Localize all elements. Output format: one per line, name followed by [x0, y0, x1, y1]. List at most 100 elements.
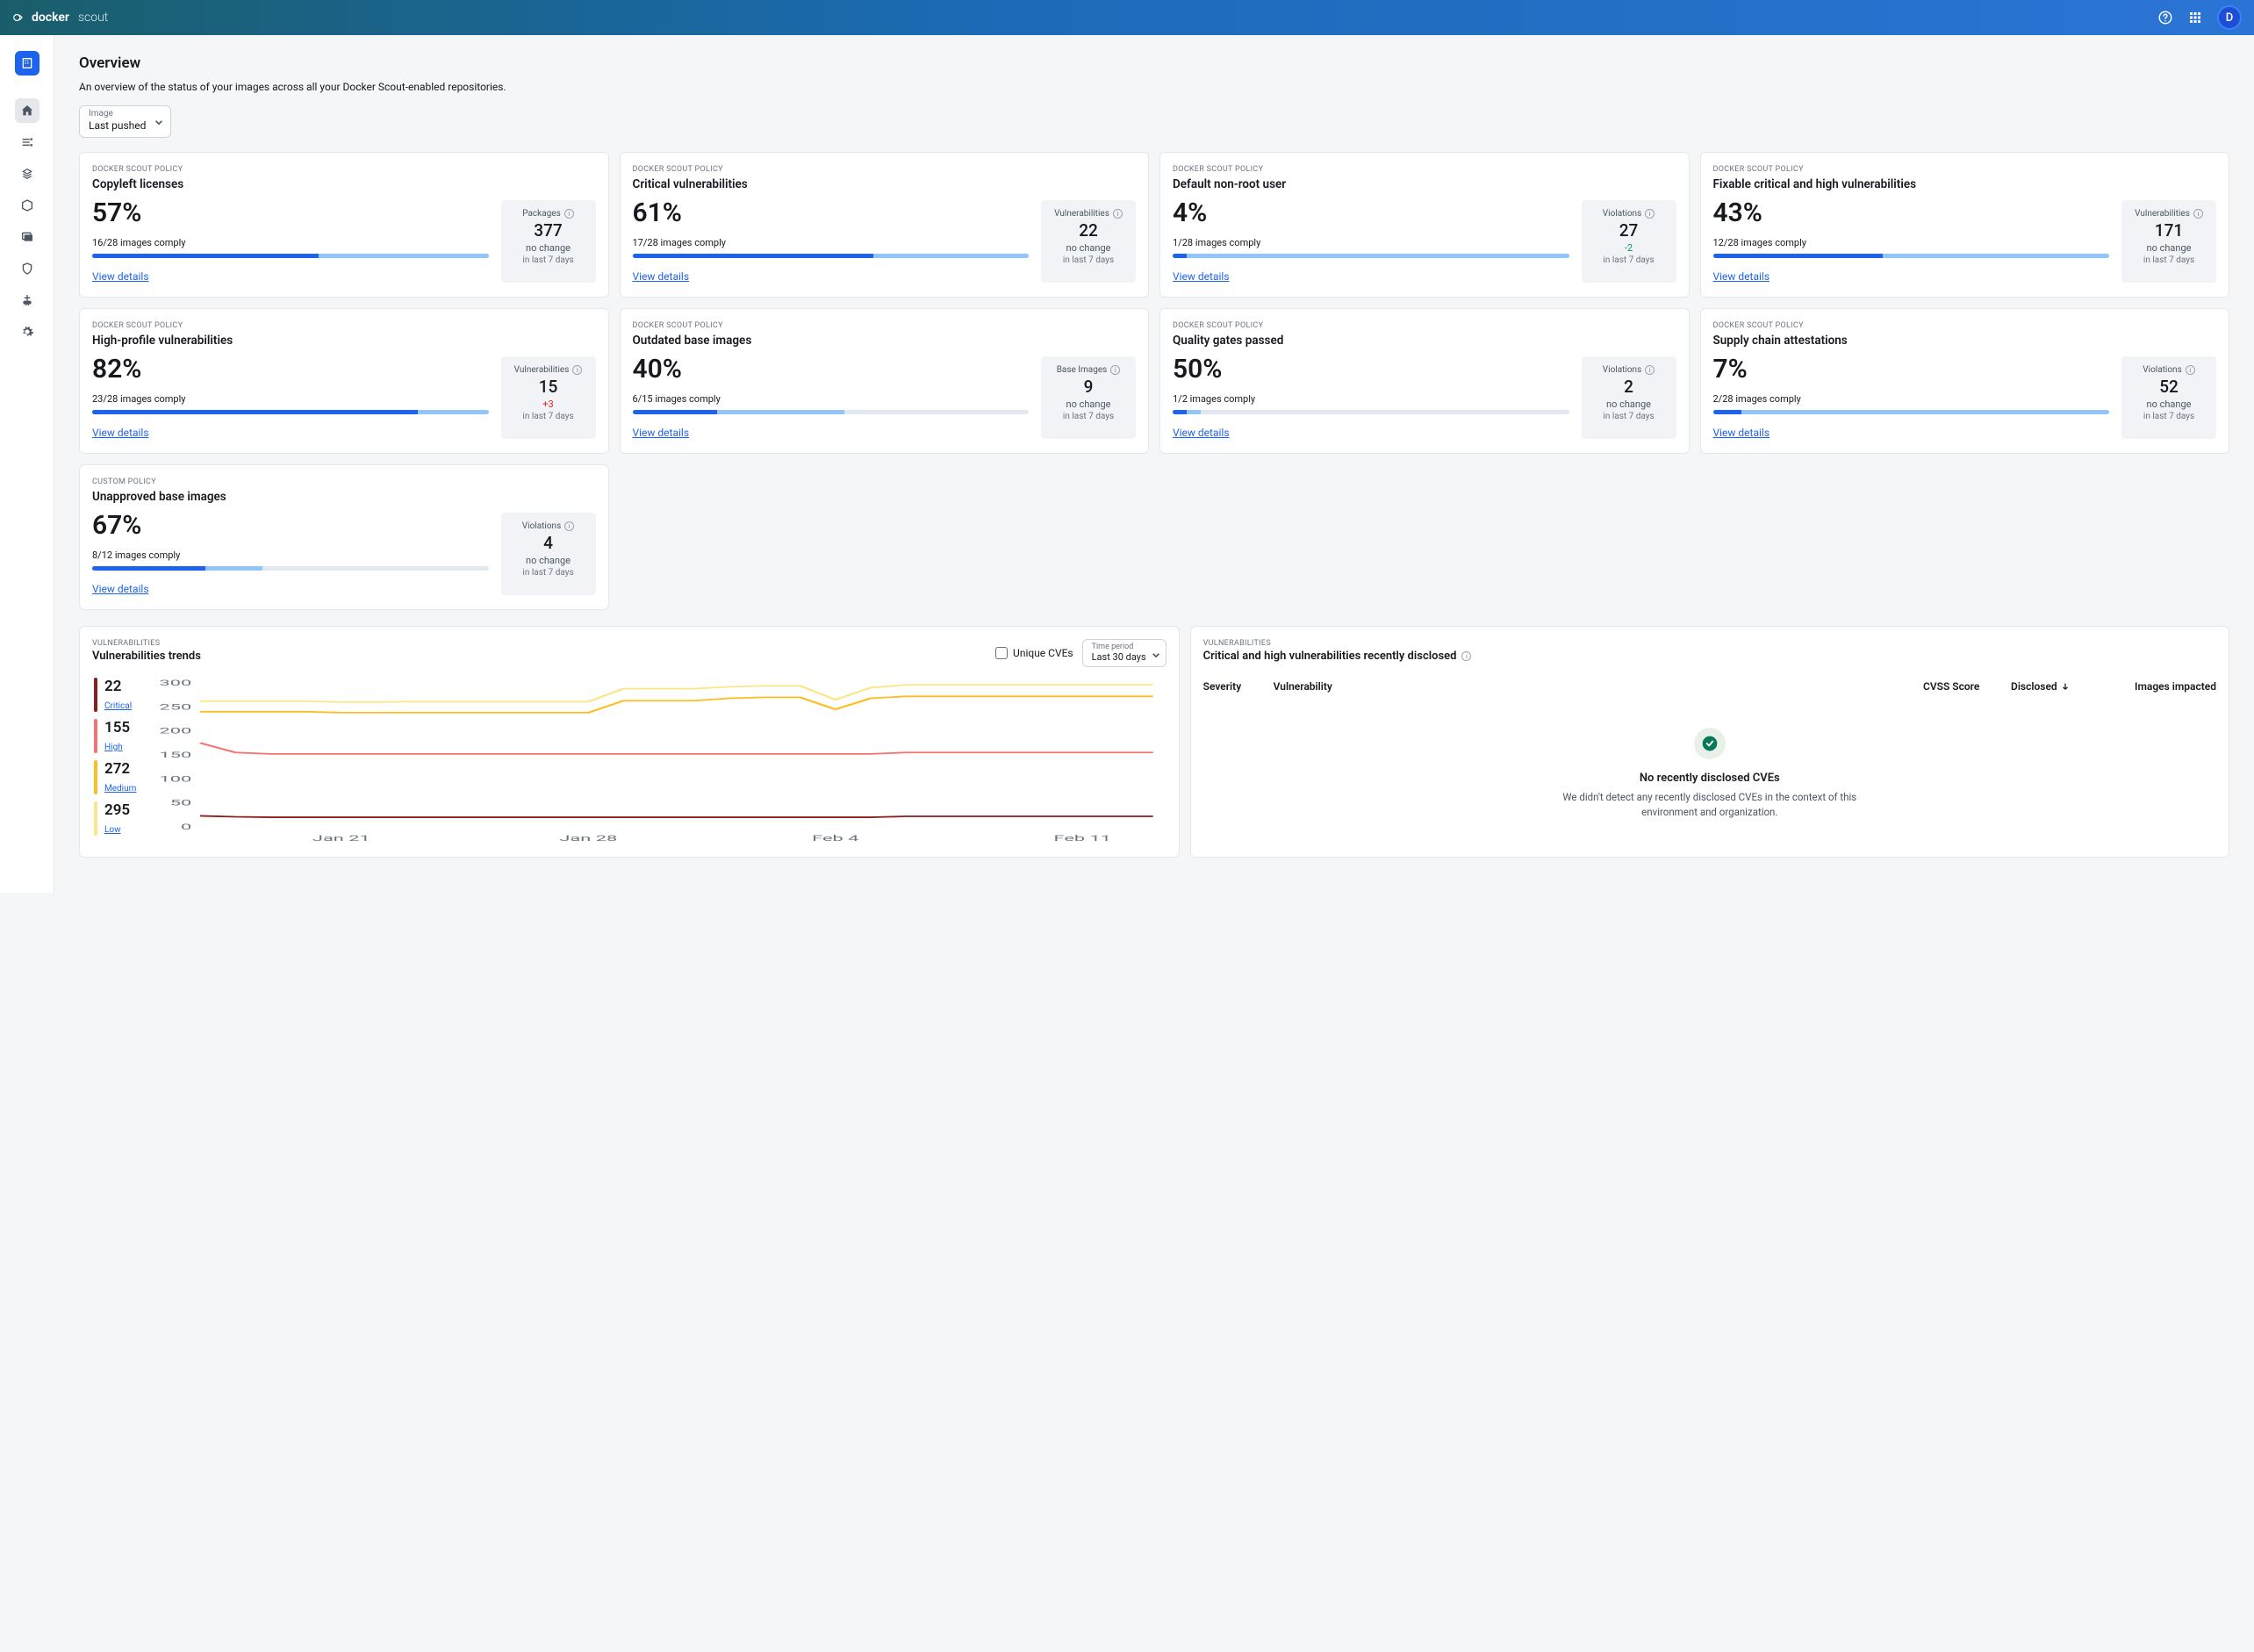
info-icon[interactable]: i — [1645, 365, 1655, 375]
stat-number: 9 — [1048, 377, 1129, 397]
vulnerabilities-trends-panel: VULNERABILITIES Vulnerabilities trends U… — [79, 626, 1180, 858]
policy-percent: 4% — [1173, 200, 1569, 226]
sidebar-item-base-images[interactable] — [15, 225, 39, 249]
unique-cves-label: Unique CVEs — [1013, 647, 1073, 659]
info-icon[interactable]: i — [572, 365, 582, 375]
view-details-link[interactable]: View details — [92, 427, 149, 439]
view-details-link[interactable]: View details — [1713, 427, 1770, 439]
col-severity[interactable]: Severity — [1203, 680, 1267, 693]
info-icon[interactable]: i — [1645, 209, 1655, 219]
compliance-bar — [1173, 254, 1569, 258]
policy-title: Supply chain attestations — [1713, 334, 2217, 348]
view-details-link[interactable]: View details — [92, 583, 149, 595]
severity-item: 295 Low — [94, 801, 136, 836]
stat-change: no change — [1048, 399, 1129, 410]
policy-comply: 12/28 images comply — [1713, 237, 2110, 248]
time-period-dropdown[interactable]: Time period Last 30 days — [1082, 639, 1166, 667]
col-disclosed[interactable]: Disclosed — [2011, 680, 2095, 693]
stat-when: in last 7 days — [2128, 412, 2209, 421]
info-icon[interactable]: i — [1110, 365, 1120, 375]
view-details-link[interactable]: View details — [1173, 427, 1230, 439]
svg-text:150: 150 — [160, 751, 192, 759]
info-icon[interactable]: i — [1461, 651, 1471, 661]
severity-count: 155 — [104, 719, 130, 736]
severity-link[interactable]: Medium — [104, 784, 136, 794]
stat-label: Violationsi — [1589, 209, 1669, 219]
view-details-link[interactable]: View details — [1713, 270, 1770, 283]
svg-text:250: 250 — [160, 703, 192, 712]
sidebar-item-vulnerabilities[interactable] — [15, 256, 39, 281]
stat-label: Violationsi — [508, 521, 589, 531]
col-images-impacted[interactable]: Images impacted — [2102, 680, 2216, 693]
severity-count: 295 — [104, 801, 130, 819]
policy-title: Critical vulnerabilities — [633, 177, 1137, 191]
svg-text:50: 50 — [170, 799, 192, 808]
page-subtitle: An overview of the status of your images… — [79, 81, 2229, 93]
brand-suffix: scout — [78, 11, 108, 25]
severity-bar — [94, 801, 97, 836]
sidebar-item-policies[interactable] — [15, 130, 39, 154]
stat-number: 377 — [508, 220, 589, 241]
policy-card: DOCKER SCOUT POLICY Critical vulnerabili… — [620, 152, 1150, 298]
policy-title: Default non-root user — [1173, 177, 1676, 191]
compliance-bar — [1173, 410, 1569, 414]
view-details-link[interactable]: View details — [633, 427, 690, 439]
severity-count: 272 — [104, 760, 136, 778]
stat-number: 171 — [2128, 220, 2209, 241]
col-cvss[interactable]: CVSS Score — [1923, 680, 2004, 693]
stat-when: in last 7 days — [508, 412, 589, 421]
policy-type: DOCKER SCOUT POLICY — [1173, 165, 1676, 174]
sidebar-item-integrations[interactable] — [15, 288, 39, 312]
stat-label: Base Imagesi — [1048, 365, 1129, 375]
apps-grid-icon[interactable] — [2187, 10, 2203, 25]
stat-when: in last 7 days — [508, 568, 589, 578]
help-icon[interactable] — [2157, 10, 2173, 25]
sidebar-item-org[interactable] — [15, 51, 39, 75]
stat-change: +3 — [508, 399, 589, 410]
sidebar-item-packages[interactable] — [15, 193, 39, 218]
unique-cves-checkbox[interactable]: Unique CVEs — [995, 647, 1073, 659]
view-details-link[interactable]: View details — [633, 270, 690, 283]
chevron-down-icon — [1152, 646, 1160, 663]
avatar[interactable]: D — [2217, 5, 2242, 30]
policy-type: DOCKER SCOUT POLICY — [92, 321, 596, 330]
policy-card: DOCKER SCOUT POLICY High-profile vulnera… — [79, 308, 609, 454]
info-icon[interactable]: i — [564, 521, 574, 531]
policy-title: High-profile vulnerabilities — [92, 334, 596, 348]
policy-type: DOCKER SCOUT POLICY — [633, 165, 1137, 174]
brand[interactable]: dockerscout — [12, 11, 108, 25]
stat-label: Vulnerabilitiesi — [2128, 209, 2209, 219]
severity-link[interactable]: Low — [104, 825, 121, 835]
stat-box: Violationsi 4 no change in last 7 days — [501, 513, 596, 595]
stat-when: in last 7 days — [1048, 412, 1129, 421]
panel-tag: VULNERABILITIES — [1203, 639, 2216, 648]
main-content: Overview An overview of the status of yo… — [54, 35, 2254, 893]
svg-text:Feb 11: Feb 11 — [1054, 834, 1112, 843]
sidebar-item-settings[interactable] — [15, 320, 39, 344]
view-details-link[interactable]: View details — [1173, 270, 1230, 283]
recently-disclosed-panel: VULNERABILITIES Critical and high vulner… — [1190, 626, 2229, 858]
col-vulnerability[interactable]: Vulnerability — [1274, 680, 1916, 693]
sidebar-item-home[interactable] — [15, 98, 39, 123]
stat-box: Violationsi 52 no change in last 7 days — [2121, 356, 2216, 439]
policy-comply: 2/28 images comply — [1713, 393, 2110, 405]
image-filter-dropdown[interactable]: Image Last pushed — [79, 105, 171, 138]
trends-chart: 050100150200250300Jan 21Jan 28Feb 4Feb 1… — [145, 678, 1166, 844]
compliance-bar — [92, 410, 489, 414]
compliance-bar — [1713, 410, 2110, 414]
severity-link[interactable]: Critical — [104, 701, 132, 711]
info-icon[interactable]: i — [1113, 209, 1123, 219]
info-icon[interactable]: i — [564, 209, 574, 219]
sidebar-item-images[interactable] — [15, 162, 39, 186]
info-icon[interactable]: i — [2186, 365, 2195, 375]
severity-link[interactable]: High — [104, 743, 123, 752]
severity-count: 22 — [104, 678, 132, 695]
view-details-link[interactable]: View details — [92, 270, 149, 283]
policy-title: Quality gates passed — [1173, 334, 1676, 348]
severity-bar — [94, 760, 97, 794]
info-icon[interactable]: i — [2193, 209, 2203, 219]
stat-number: 15 — [508, 377, 589, 397]
stat-when: in last 7 days — [1589, 412, 1669, 421]
empty-title: No recently disclosed CVEs — [1640, 772, 1780, 785]
compliance-bar — [92, 254, 489, 258]
